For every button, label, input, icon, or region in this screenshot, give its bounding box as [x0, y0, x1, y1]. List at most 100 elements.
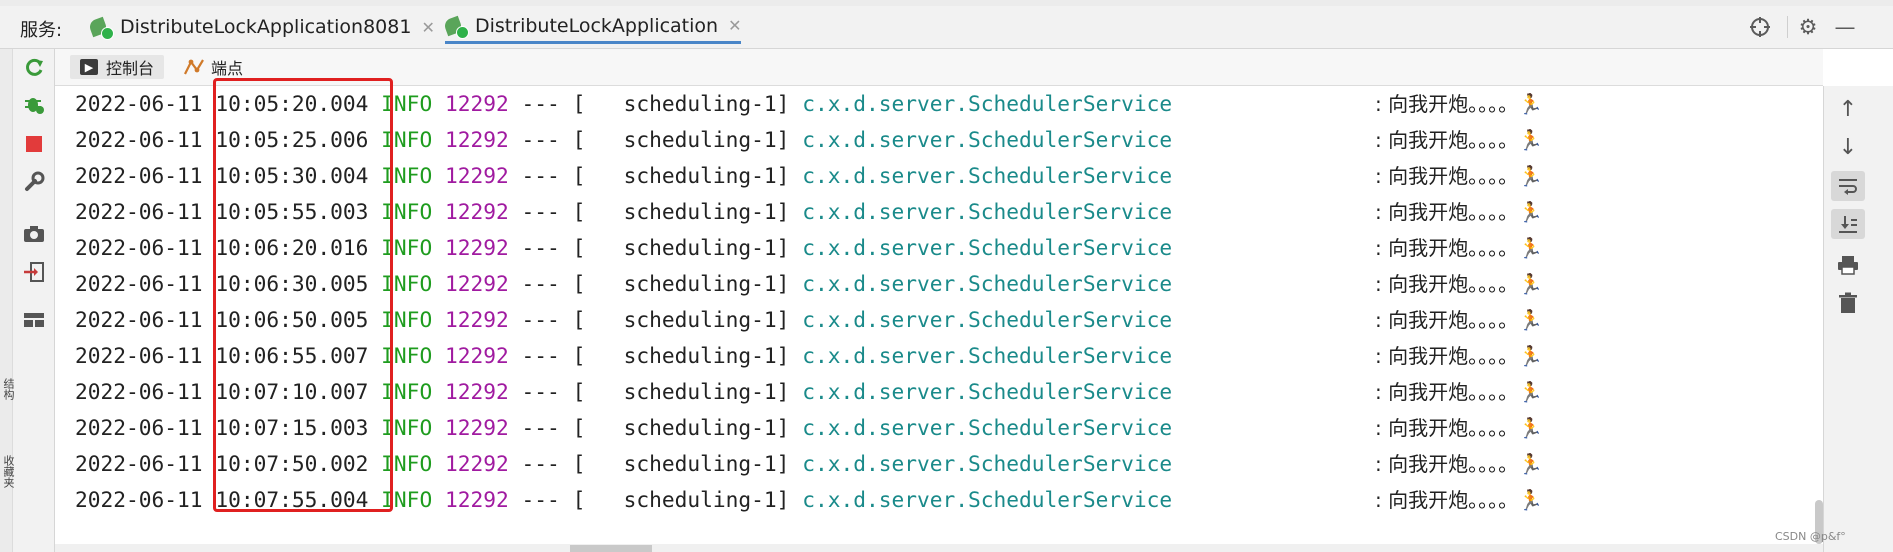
log-separator: --- — [521, 163, 560, 188]
tab-console-label: 控制台 — [106, 59, 155, 78]
soft-wrap-icon[interactable] — [1831, 171, 1865, 201]
log-message-text: : 向我开炮。。。。 — [1375, 452, 1519, 476]
log-message-text: : 向我开炮。。。。 — [1375, 128, 1519, 152]
scroll-down-icon[interactable]: ↓ — [1831, 132, 1865, 162]
running-man-emoji: 🏃 — [1518, 344, 1544, 368]
log-date: 2022-06-11 — [75, 235, 203, 260]
log-message-text: : 向我开炮。。。。 — [1375, 272, 1519, 296]
log-pid: 12292 — [444, 235, 509, 260]
log-message: : 向我开炮。。。。🏃 — [1375, 482, 1543, 518]
log-message: : 向我开炮。。。。🏃 — [1375, 122, 1543, 158]
print-icon[interactable] — [1831, 250, 1865, 280]
tab-endpoints[interactable]: 端点 — [183, 55, 243, 79]
spring-boot-icon — [87, 16, 114, 40]
services-header: 服务: DistributeLockApplication8081 ✕ Dist… — [0, 6, 1893, 49]
log-message-text: : 向我开炮。。。。 — [1375, 488, 1519, 512]
tab-distributelockapplication[interactable]: DistributeLockApplication ✕ — [442, 10, 742, 44]
log-message-text: : 向我开炮。。。。 — [1375, 416, 1519, 440]
gear-icon[interactable]: ⚙ — [1795, 14, 1821, 40]
log-pid: 12292 — [444, 379, 509, 404]
log-separator: --- — [521, 271, 560, 296]
log-separator: --- — [521, 91, 560, 116]
log-date: 2022-06-11 — [75, 127, 203, 152]
log-thread: [ scheduling-1] — [572, 451, 790, 476]
horizontal-scrollbar[interactable] — [570, 545, 652, 552]
log-message: : 向我开炮。。。。🏃 — [1375, 302, 1543, 338]
debug-icon[interactable] — [20, 90, 48, 118]
running-man-emoji: 🏃 — [1518, 200, 1544, 224]
running-man-emoji: 🏃 — [1518, 128, 1544, 152]
tab-console[interactable]: ▶ 控制台 — [70, 55, 165, 79]
log-logger: c.x.d.server.SchedulerService — [802, 451, 1173, 476]
running-man-emoji: 🏃 — [1518, 380, 1544, 404]
log-pid: 12292 — [444, 307, 509, 332]
log-thread: [ scheduling-1] — [572, 91, 790, 116]
watermark: CSDN @p&f° — [1775, 530, 1846, 543]
log-message-text: : 向我开炮。。。。 — [1375, 236, 1519, 260]
tab-distributelockapplication8081[interactable]: DistributeLockApplication8081 ✕ — [87, 10, 435, 44]
log-thread: [ scheduling-1] — [572, 127, 790, 152]
layout-icon[interactable] — [20, 306, 48, 334]
close-tab-icon[interactable]: ✕ — [421, 18, 434, 37]
services-label: 服务: — [20, 20, 63, 41]
log-logger: c.x.d.server.SchedulerService — [802, 235, 1173, 260]
header-divider — [1787, 16, 1788, 38]
log-thread: [ scheduling-1] — [572, 343, 790, 368]
log-logger: c.x.d.server.SchedulerService — [802, 199, 1173, 224]
log-pid: 12292 — [444, 163, 509, 188]
tab-label: DistributeLockApplication8081 — [120, 16, 412, 38]
log-date: 2022-06-11 — [75, 271, 203, 296]
running-man-emoji: 🏃 — [1518, 308, 1544, 332]
spring-boot-icon — [442, 15, 469, 39]
log-separator: --- — [521, 379, 560, 404]
scroll-up-icon[interactable]: ↑ — [1831, 94, 1865, 124]
wrench-icon[interactable] — [20, 168, 48, 196]
log-date: 2022-06-11 — [75, 379, 203, 404]
log-date: 2022-06-11 — [75, 163, 203, 188]
log-message: : 向我开炮。。。。🏃 — [1375, 338, 1543, 374]
login-icon[interactable] — [20, 258, 48, 286]
favorites-side-tab[interactable]: 收藏夹 — [0, 455, 16, 488]
log-message: : 向我开炮。。。。🏃 — [1375, 410, 1543, 446]
log-thread: [ scheduling-1] — [572, 415, 790, 440]
scroll-to-end-icon[interactable] — [1831, 209, 1865, 239]
log-logger: c.x.d.server.SchedulerService — [802, 379, 1173, 404]
log-separator: --- — [521, 235, 560, 260]
log-logger: c.x.d.server.SchedulerService — [802, 415, 1173, 440]
log-pid: 12292 — [444, 271, 509, 296]
log-pid: 12292 — [444, 127, 509, 152]
running-man-emoji: 🏃 — [1518, 236, 1544, 260]
log-thread: [ scheduling-1] — [572, 271, 790, 296]
log-separator: --- — [521, 343, 560, 368]
log-separator: --- — [521, 451, 560, 476]
log-date: 2022-06-11 — [75, 199, 203, 224]
log-logger: c.x.d.server.SchedulerService — [802, 307, 1173, 332]
rerun-icon[interactable] — [20, 54, 48, 82]
log-separator: --- — [521, 199, 560, 224]
log-pid: 12292 — [444, 343, 509, 368]
log-message: : 向我开炮。。。。🏃 — [1375, 158, 1543, 194]
camera-icon[interactable] — [20, 220, 48, 248]
log-thread: [ scheduling-1] — [572, 163, 790, 188]
target-icon[interactable] — [1747, 14, 1773, 40]
log-separator: --- — [521, 415, 560, 440]
log-message-text: : 向我开炮。。。。 — [1375, 344, 1519, 368]
log-pid: 12292 — [444, 199, 509, 224]
minimize-icon[interactable]: — — [1832, 14, 1858, 40]
log-date: 2022-06-11 — [75, 91, 203, 116]
trash-icon[interactable] — [1831, 288, 1865, 318]
log-message-text: : 向我开炮。。。。 — [1375, 308, 1519, 332]
close-tab-icon[interactable]: ✕ — [728, 16, 741, 35]
structure-side-tab[interactable]: 结构 — [0, 378, 16, 400]
tab-endpoints-label: 端点 — [211, 59, 244, 78]
log-separator: --- — [521, 307, 560, 332]
timestamp-highlight-box — [213, 78, 393, 512]
log-logger: c.x.d.server.SchedulerService — [802, 91, 1173, 116]
stop-icon[interactable] — [20, 130, 48, 158]
log-message-text: : 向我开炮。。。。 — [1375, 164, 1519, 188]
log-message: : 向我开炮。。。。🏃 — [1375, 230, 1543, 266]
log-thread: [ scheduling-1] — [572, 379, 790, 404]
log-thread: [ scheduling-1] — [572, 199, 790, 224]
console-icon: ▶ — [80, 59, 98, 75]
log-thread: [ scheduling-1] — [572, 235, 790, 260]
